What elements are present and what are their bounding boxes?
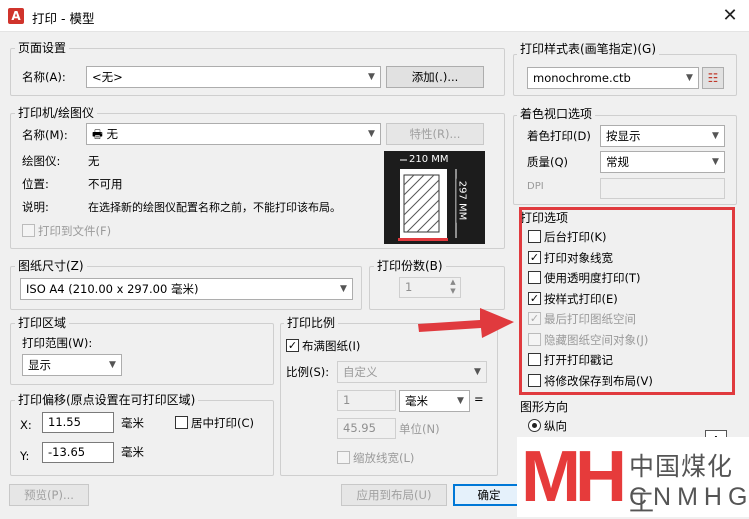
- copies-spinner[interactable]: ▲ ▼: [446, 278, 460, 297]
- fit-to-paper-checkbox[interactable]: ✓: [286, 339, 299, 352]
- printer-properties-button[interactable]: 特性(R)...: [386, 123, 484, 145]
- scale-units-input[interactable]: 45.95: [337, 418, 396, 439]
- scale-lineweights-label: 缩放线宽(L): [353, 451, 415, 465]
- scale-lineweights-checkbox[interactable]: [337, 451, 350, 464]
- annotation-arrow: [418, 308, 514, 338]
- page-setup-name-value: <无>: [92, 70, 123, 84]
- chevron-down-icon: ▼: [474, 367, 481, 377]
- offset-x-label: X:: [20, 418, 32, 432]
- shade-plot-label: 着色打印(D): [527, 129, 591, 143]
- shaded-viewport-title: 着色视口选项: [517, 105, 596, 122]
- paper-size-value: ISO A4 (210.00 x 297.00 毫米): [26, 282, 199, 296]
- offset-y-label: Y:: [20, 449, 30, 463]
- scale-number-input[interactable]: 1: [337, 390, 396, 411]
- watermark-en-text: CNMHG: [629, 483, 749, 511]
- printer-name-value: 无: [106, 127, 119, 141]
- plotter-value: 无: [88, 154, 100, 168]
- paper-size-title: 图纸尺寸(Z): [15, 257, 87, 274]
- copies-title: 打印份数(B): [374, 257, 446, 274]
- scale-label: 比例(S):: [286, 365, 330, 379]
- plot-style-select[interactable]: monochrome.ctb ▼: [527, 67, 699, 89]
- portrait-label: 纵向: [544, 419, 567, 433]
- annotation-highlight-box: [519, 207, 735, 395]
- print-to-file-checkbox[interactable]: [22, 224, 35, 237]
- quality-label: 质量(Q): [527, 155, 569, 169]
- page-setup-title: 页面设置: [15, 39, 70, 56]
- close-icon[interactable]: ✕: [718, 4, 742, 28]
- print-range-value: 显示: [28, 358, 51, 372]
- chevron-down-icon: ▼: [712, 157, 719, 167]
- portrait-radio[interactable]: [528, 419, 541, 432]
- printer-name-label: 名称(M):: [22, 128, 68, 142]
- description-value: 在选择新的绘图仪配置名称之前，不能打印该布局。: [88, 201, 341, 214]
- fit-to-paper-label: 布满图纸(I): [302, 339, 361, 353]
- chevron-down-icon: ▼: [109, 360, 116, 370]
- chevron-down-icon: ▼: [340, 284, 347, 294]
- page-setup-name-label: 名称(A):: [22, 70, 66, 84]
- equals-sign: =: [474, 392, 484, 406]
- scale-select[interactable]: 自定义 ▼: [337, 361, 487, 383]
- print-range-select[interactable]: 显示 ▼: [22, 354, 122, 376]
- printer-title: 打印机/绘图仪: [15, 104, 98, 121]
- print-area-title: 打印区域: [15, 314, 70, 331]
- chevron-down-icon: ▼: [457, 396, 464, 406]
- printer-name-select[interactable]: 🖶 无 ▼: [86, 123, 381, 145]
- chevron-down-icon: ▼: [368, 72, 375, 82]
- watermark-mh-text: MH: [521, 437, 627, 517]
- print-scale-title: 打印比例: [284, 314, 339, 331]
- print-range-label: 打印范围(W):: [22, 336, 93, 350]
- paper-preview: 210 MM 297 MM: [384, 151, 485, 244]
- page-setup-name-select[interactable]: <无> ▼: [86, 66, 381, 88]
- plot-style-title: 打印样式表(画笔指定)(G): [517, 40, 660, 57]
- quality-value: 常规: [606, 155, 629, 169]
- chevron-down-icon: ▼: [712, 131, 719, 141]
- chevron-down-icon: ▼: [686, 73, 693, 83]
- orientation-title: 图形方向: [520, 400, 569, 414]
- apply-to-layout-button[interactable]: 应用到布局(U): [341, 484, 447, 506]
- scale-value: 自定义: [343, 365, 378, 379]
- scale-unit-select[interactable]: 毫米 ▼: [399, 390, 470, 412]
- paper-size-select[interactable]: ISO A4 (210.00 x 297.00 毫米) ▼: [20, 278, 353, 300]
- shade-plot-value: 按显示: [606, 129, 641, 143]
- autocad-logo-icon: A: [8, 8, 24, 24]
- dpi-label: DPI: [527, 181, 544, 192]
- title-bar: [0, 0, 749, 32]
- scale-units-label: 单位(N): [399, 422, 440, 436]
- printer-icon: 🖶: [92, 127, 107, 141]
- print-to-file-label: 打印到文件(F): [38, 224, 112, 238]
- center-plot-label: 居中打印(C): [191, 416, 255, 430]
- window-title: 打印 - 模型: [32, 11, 95, 26]
- preview-width-label: 210 MM: [407, 154, 451, 165]
- preview-button[interactable]: 预览(P)...: [9, 484, 89, 506]
- shade-plot-select[interactable]: 按显示 ▼: [600, 125, 725, 147]
- plotter-label: 绘图仪:: [22, 154, 61, 168]
- offset-x-input[interactable]: 11.55: [42, 412, 114, 433]
- offset-x-unit: 毫米: [121, 416, 144, 430]
- chevron-down-icon: ▼: [368, 129, 375, 139]
- offset-y-input[interactable]: -13.65: [42, 442, 114, 463]
- dpi-input[interactable]: [600, 178, 725, 199]
- ok-button[interactable]: 确定: [453, 484, 525, 506]
- add-page-setup-button[interactable]: 添加(.)...: [386, 66, 484, 88]
- location-value: 不可用: [88, 177, 123, 191]
- plot-style-value: monochrome.ctb: [533, 71, 631, 85]
- quality-select[interactable]: 常规 ▼: [600, 151, 725, 173]
- preview-height-label: 297 MM: [456, 178, 468, 223]
- location-label: 位置:: [22, 177, 49, 191]
- scale-unit-value: 毫米: [405, 394, 428, 408]
- offset-y-unit: 毫米: [121, 445, 144, 459]
- print-offset-title: 打印偏移(原点设置在可打印区域): [15, 391, 199, 408]
- watermark-logo: MH 中国煤化工 CNMHG: [517, 437, 749, 517]
- description-label: 说明:: [22, 200, 49, 214]
- edit-plot-style-button[interactable]: ☷: [702, 67, 724, 89]
- center-plot-checkbox[interactable]: [175, 416, 188, 429]
